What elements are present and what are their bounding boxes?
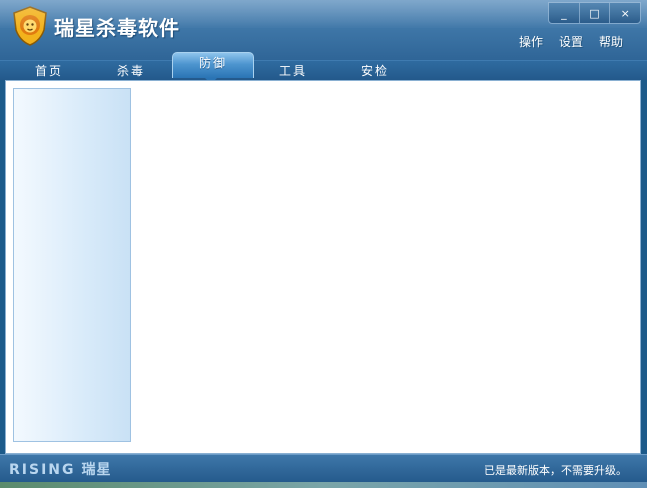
- app-title: 瑞星杀毒软件: [54, 16, 180, 40]
- lion-shield-logo-icon: [13, 6, 47, 46]
- update-status: 已是最新版本，不需要升级。: [484, 464, 627, 477]
- minimize-button[interactable]: _: [549, 3, 579, 23]
- side-panel: [13, 88, 131, 442]
- maximize-button[interactable]: □: [578, 3, 610, 23]
- title-bar: 瑞星杀毒软件 _ □ × 操作 设置 帮助: [0, 0, 647, 60]
- tab-security-check[interactable]: 安检: [334, 61, 416, 80]
- menu-help[interactable]: 帮助: [599, 33, 623, 50]
- main-content: [5, 80, 641, 454]
- status-bar: RISING 瑞星 已是最新版本，不需要升级。: [0, 454, 647, 482]
- window-controls: _ □ ×: [548, 2, 641, 24]
- menu-settings[interactable]: 设置: [559, 33, 583, 50]
- app-window: 瑞星杀毒软件 _ □ × 操作 设置 帮助 首页 杀毒 防御 工具 安检 RIS…: [0, 0, 647, 482]
- desktop-background: [0, 482, 647, 488]
- tab-bar: 首页 杀毒 防御 工具 安检: [0, 52, 647, 80]
- tab-home[interactable]: 首页: [8, 61, 90, 80]
- rising-brand-logo: RISING 瑞星: [9, 459, 112, 479]
- tab-defense[interactable]: 防御: [172, 52, 254, 78]
- brand-cn: 瑞星: [81, 462, 112, 478]
- close-button[interactable]: ×: [609, 3, 640, 23]
- brand-en: RISING: [9, 462, 76, 478]
- header-menu: 操作 设置 帮助: [519, 33, 623, 50]
- tab-scan[interactable]: 杀毒: [90, 61, 172, 80]
- tab-tools[interactable]: 工具: [252, 61, 334, 80]
- menu-operation[interactable]: 操作: [519, 33, 543, 50]
